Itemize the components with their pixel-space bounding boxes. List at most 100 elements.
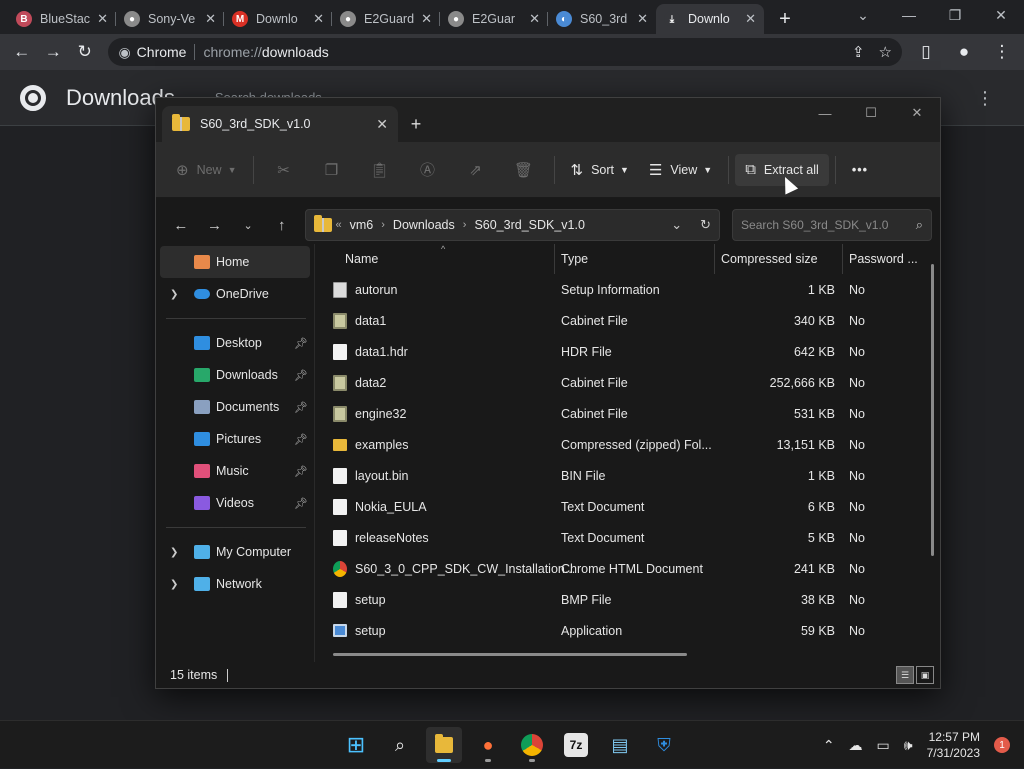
chevron-right-icon[interactable]: ❯ xyxy=(170,289,186,300)
column-header-password[interactable]: Password ... xyxy=(843,244,923,274)
rename-icon[interactable]: Ⓐ xyxy=(404,154,452,186)
close-tab-icon[interactable]: ✕ xyxy=(745,11,756,27)
delete-icon[interactable]: 🗑︎ xyxy=(500,154,548,186)
address-dropdown-icon[interactable]: ⌄ xyxy=(671,217,682,233)
pin-icon[interactable]: 📌︎ xyxy=(294,337,308,350)
downloads-menu-icon[interactable]: ⋮ xyxy=(976,88,994,109)
view-button[interactable]: ☰View▼ xyxy=(639,154,722,186)
details-view-icon[interactable]: ☰ xyxy=(896,666,914,684)
minimize-button[interactable]: — xyxy=(886,0,932,30)
up-button[interactable]: ↑ xyxy=(265,209,299,241)
close-tab-icon[interactable]: ✕ xyxy=(637,11,648,27)
file-row[interactable]: S60_3_0_CPP_SDK_CW_Installation...Chrome… xyxy=(315,553,940,584)
copy-icon[interactable]: ❐ xyxy=(308,154,356,186)
file-row[interactable]: data1Cabinet File340 KBNo xyxy=(315,305,940,336)
volume-icon[interactable]: 🕪︎ xyxy=(904,737,913,754)
nav-item-videos[interactable]: Videos📌︎ xyxy=(156,487,314,519)
nav-item-onedrive[interactable]: ❯ OneDrive xyxy=(156,278,314,310)
explorer-back-button[interactable]: ← xyxy=(164,209,198,241)
file-row[interactable]: Nokia_EULAText Document6 KBNo xyxy=(315,491,940,522)
breadcrumb-item[interactable]: S60_3rd_SDK_v1.0 xyxy=(474,218,585,232)
column-header-compressed-size[interactable]: Compressed size xyxy=(715,244,843,274)
chevron-right-icon[interactable]: ❯ xyxy=(170,579,186,590)
explorer-search-input[interactable]: Search S60_3rd_SDK_v1.0 ⌕ xyxy=(732,209,932,241)
refresh-icon[interactable]: ↻ xyxy=(700,217,711,233)
nav-item-music[interactable]: Music📌︎ xyxy=(156,455,314,487)
chevron-right-icon[interactable]: › xyxy=(381,219,385,231)
chevron-up-icon[interactable]: ⌃ xyxy=(823,737,835,754)
explorer-forward-button[interactable]: → xyxy=(198,209,232,241)
profile-icon[interactable]: ● xyxy=(948,36,980,68)
see-more-button[interactable]: ••• xyxy=(842,154,878,186)
onedrive-tray-icon[interactable]: ☁ xyxy=(849,737,863,754)
paste-icon[interactable]: 📋︎ xyxy=(356,154,404,186)
explorer-maximize-button[interactable]: ☐ xyxy=(848,98,894,128)
restore-button[interactable]: ❐ xyxy=(932,0,978,30)
column-header-type[interactable]: Type xyxy=(555,244,715,274)
close-tab-icon[interactable]: ✕ xyxy=(313,11,324,27)
horizontal-scrollbar[interactable] xyxy=(333,653,687,656)
close-window-button[interactable]: ✕ xyxy=(978,0,1024,30)
defender-shield-icon[interactable]: ⛨ xyxy=(646,727,682,763)
firefox-icon[interactable]: ● xyxy=(470,727,506,763)
address-bar[interactable]: ◉ Chrome chrome://downloads ⇪ ☆ xyxy=(108,38,902,66)
notification-badge[interactable]: 1 xyxy=(994,737,1010,753)
clock[interactable]: 12:57 PM 7/31/2023 xyxy=(927,729,980,761)
share-icon[interactable]: ⇗ xyxy=(452,154,500,186)
browser-tab[interactable]: ◐S60_3rd✕ xyxy=(548,4,656,34)
bookmark-star-icon[interactable]: ☆ xyxy=(879,43,892,61)
file-row[interactable]: releaseNotesText Document5 KBNo xyxy=(315,522,940,553)
recent-locations-icon[interactable]: ⌄ xyxy=(231,209,265,241)
file-explorer-taskbar-icon[interactable] xyxy=(426,727,462,763)
cut-icon[interactable]: ✂ xyxy=(260,154,308,186)
pin-icon[interactable]: 📌︎ xyxy=(294,369,308,382)
browser-tab[interactable]: MDownlo✕ xyxy=(224,4,332,34)
start-button[interactable]: ⊞ xyxy=(338,727,374,763)
file-row[interactable]: setupBMP File38 KBNo xyxy=(315,584,940,615)
nav-item-downloads[interactable]: Downloads📌︎ xyxy=(156,359,314,391)
nav-item-home[interactable]: Home xyxy=(160,246,310,278)
nav-item-my-computer[interactable]: ❯ My Computer xyxy=(156,536,314,568)
breadcrumb-item[interactable]: Downloads xyxy=(393,218,455,232)
7zip-icon[interactable]: 7z xyxy=(564,733,588,757)
file-row[interactable]: data2Cabinet File252,666 KBNo xyxy=(315,367,940,398)
menu-kebab-icon[interactable]: ⋮ xyxy=(986,36,1018,68)
share-icon[interactable]: ⇪ xyxy=(852,43,865,61)
browser-tab[interactable]: ⤓Downlo✕ xyxy=(656,4,764,34)
vertical-scrollbar[interactable] xyxy=(931,264,934,556)
pin-icon[interactable]: 📌︎ xyxy=(294,401,308,414)
browser-tab[interactable]: BBlueStac✕ xyxy=(8,4,116,34)
close-tab-icon[interactable]: ✕ xyxy=(529,11,540,27)
column-header-name[interactable]: ^Name xyxy=(315,244,555,274)
search-icon[interactable]: ⌕ xyxy=(382,727,418,763)
explorer-minimize-button[interactable]: — xyxy=(802,98,848,128)
file-row[interactable]: engine32Cabinet File531 KBNo xyxy=(315,398,940,429)
nav-item-documents[interactable]: Documents📌︎ xyxy=(156,391,314,423)
tab-search-icon[interactable]: ⌄ xyxy=(840,0,886,30)
side-panel-icon[interactable]: ▯ xyxy=(910,36,942,68)
sort-button[interactable]: ⇅Sort▼ xyxy=(561,154,639,186)
reload-button[interactable]: ↻ xyxy=(69,36,100,68)
new-tab-button[interactable]: + xyxy=(770,4,800,34)
back-button[interactable]: ← xyxy=(6,36,37,68)
nav-item-network[interactable]: ❯ Network xyxy=(156,568,314,600)
browser-tab[interactable]: ●E2Guard✕ xyxy=(332,4,440,34)
nav-item-desktop[interactable]: Desktop📌︎ xyxy=(156,327,314,359)
pin-icon[interactable]: 📌︎ xyxy=(294,497,308,510)
file-row[interactable]: examplesCompressed (zipped) Fol...13,151… xyxy=(315,429,940,460)
close-tab-icon[interactable]: ✕ xyxy=(97,11,108,27)
chevron-right-icon[interactable]: ❯ xyxy=(170,547,186,558)
browser-tab[interactable]: ●Sony-Ve✕ xyxy=(116,4,224,34)
tiles-view-icon[interactable]: ▣ xyxy=(916,666,934,684)
notepad-icon[interactable]: ▤ xyxy=(602,727,638,763)
new-explorer-tab-button[interactable]: + xyxy=(398,106,434,142)
new-button[interactable]: ⊕New▼ xyxy=(166,154,247,186)
close-tab-icon[interactable]: ✕ xyxy=(421,11,432,27)
pin-icon[interactable]: 📌︎ xyxy=(294,465,308,478)
chevron-right-icon[interactable]: › xyxy=(463,219,467,231)
breadcrumb-overflow-icon[interactable]: « xyxy=(336,219,342,231)
file-row[interactable]: setupApplication59 KBNo xyxy=(315,615,940,646)
nav-item-pictures[interactable]: Pictures📌︎ xyxy=(156,423,314,455)
close-tab-icon[interactable]: ✕ xyxy=(205,11,216,27)
explorer-tab[interactable]: S60_3rd_SDK_v1.0 ✕ xyxy=(162,106,398,142)
